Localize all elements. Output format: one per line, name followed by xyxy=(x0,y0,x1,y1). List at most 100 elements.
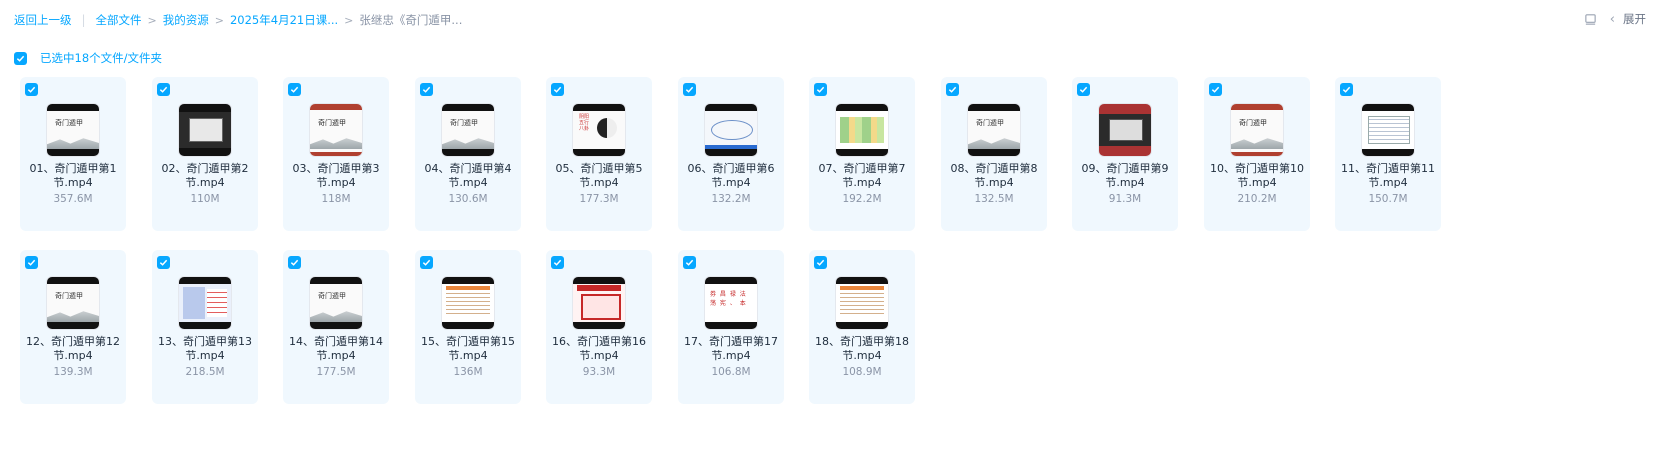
video-thumbnail xyxy=(573,277,625,329)
file-checkbox[interactable] xyxy=(814,83,827,96)
file-name: 05、奇门遁甲第5节.mp4 xyxy=(555,162,643,189)
file-checkbox[interactable] xyxy=(25,256,38,269)
file-checkbox[interactable] xyxy=(551,83,564,96)
video-thumbnail: 奇门遁甲 xyxy=(968,104,1020,156)
view-toggle-icon[interactable] xyxy=(1584,12,1598,26)
file-card[interactable]: 奇门遁甲 08、奇门遁甲第8节.mp4 132.5M xyxy=(941,77,1047,231)
file-checkbox[interactable] xyxy=(814,256,827,269)
file-size: 218.5M xyxy=(185,366,225,378)
file-name: 13、奇门遁甲第13节.mp4 xyxy=(158,335,252,362)
file-card[interactable]: 奇门遁甲 03、奇门遁甲第3节.mp4 118M xyxy=(283,77,389,231)
video-thumbnail xyxy=(442,277,494,329)
file-checkbox[interactable] xyxy=(288,256,301,269)
video-thumbnail xyxy=(836,104,888,156)
breadcrumb-separator-icon: > xyxy=(147,13,157,27)
file-name: 06、奇门遁甲第6节.mp4 xyxy=(687,162,775,189)
breadcrumb-item-course-folder[interactable]: 2025年4月21日课... xyxy=(230,12,338,28)
top-bar: 返回上一级 | 全部文件 > 我的资源 > 2025年4月21日课... > 张… xyxy=(0,0,1668,42)
file-card[interactable]: 奇门遁甲 01、奇门遁甲第1节.mp4 357.6M xyxy=(20,77,126,231)
file-name: 17、奇门遁甲第17节.mp4 xyxy=(684,335,778,362)
expand-button[interactable]: 展开 xyxy=(1623,11,1646,27)
file-name: 15、奇门遁甲第15节.mp4 xyxy=(421,335,515,362)
file-checkbox[interactable] xyxy=(551,256,564,269)
file-name: 11、奇门遁甲第11节.mp4 xyxy=(1341,162,1435,189)
breadcrumb-item-my-resources[interactable]: 我的资源 xyxy=(163,12,209,28)
file-checkbox[interactable] xyxy=(157,83,170,96)
file-checkbox[interactable] xyxy=(1340,83,1353,96)
file-name: 16、奇门遁甲第16节.mp4 xyxy=(552,335,646,362)
file-size: 192.2M xyxy=(842,193,882,205)
file-size: 136M xyxy=(453,366,483,378)
file-checkbox[interactable] xyxy=(420,256,433,269)
file-checkbox[interactable] xyxy=(420,83,433,96)
file-card[interactable]: 奇门遁甲 04、奇门遁甲第4节.mp4 130.6M xyxy=(415,77,521,231)
file-name: 14、奇门遁甲第14节.mp4 xyxy=(289,335,383,362)
file-size: 357.6M xyxy=(53,193,93,205)
file-size: 130.6M xyxy=(448,193,488,205)
file-card[interactable]: 18、奇门遁甲第18节.mp4 108.9M xyxy=(809,250,915,404)
select-all-checkbox[interactable] xyxy=(14,51,27,65)
file-name: 02、奇门遁甲第2节.mp4 xyxy=(161,162,249,189)
file-card[interactable]: 奇门遁甲 10、奇门遁甲第10节.mp4 210.2M xyxy=(1204,77,1310,231)
file-card[interactable]: 13、奇门遁甲第13节.mp4 218.5M xyxy=(152,250,258,404)
file-size: 177.5M xyxy=(316,366,356,378)
breadcrumb-item-all-files[interactable]: 全部文件 xyxy=(96,12,142,28)
select-all-row: 已选中18个文件/文件夹 xyxy=(14,50,162,66)
file-name: 01、奇门遁甲第1节.mp4 xyxy=(29,162,117,189)
back-link[interactable]: 返回上一级 xyxy=(14,12,72,28)
file-size: 150.7M xyxy=(1368,193,1408,205)
file-card[interactable]: 09、奇门遁甲第9节.mp4 91.3M xyxy=(1072,77,1178,231)
file-checkbox[interactable] xyxy=(1077,83,1090,96)
file-size: 91.3M xyxy=(1108,193,1142,205)
breadcrumb-item-current: 张继忠《奇门遁甲... xyxy=(359,13,463,27)
file-size: 108.9M xyxy=(842,366,882,378)
file-card[interactable]: 15、奇门遁甲第15节.mp4 136M xyxy=(415,250,521,404)
divider: | xyxy=(81,13,86,27)
file-checkbox[interactable] xyxy=(25,83,38,96)
file-card[interactable]: 07、奇门遁甲第7节.mp4 192.2M xyxy=(809,77,915,231)
file-card[interactable]: 16、奇门遁甲第16节.mp4 93.3M xyxy=(546,250,652,404)
video-thumbnail: 奇门遁甲 xyxy=(310,277,362,329)
file-checkbox[interactable] xyxy=(683,256,696,269)
breadcrumb-separator-icon: > xyxy=(344,13,354,27)
file-name: 04、奇门遁甲第4节.mp4 xyxy=(424,162,512,189)
file-checkbox[interactable] xyxy=(1209,83,1222,96)
video-thumbnail xyxy=(179,277,231,329)
video-thumbnail: 奇门遁甲 xyxy=(47,277,99,329)
video-thumbnail xyxy=(705,104,757,156)
file-name: 08、奇门遁甲第8节.mp4 xyxy=(950,162,1038,189)
file-checkbox[interactable] xyxy=(157,256,170,269)
file-card[interactable]: 券 昌 禄 法荡 宪 、 本 17、奇门遁甲第17节.mp4 106.8M xyxy=(678,250,784,404)
file-name: 10、奇门遁甲第10节.mp4 xyxy=(1210,162,1304,189)
file-card[interactable]: 奇门遁甲 14、奇门遁甲第14节.mp4 177.5M xyxy=(283,250,389,404)
file-card[interactable]: 11、奇门遁甲第11节.mp4 150.7M xyxy=(1335,77,1441,231)
file-size: 106.8M xyxy=(711,366,751,378)
file-card[interactable]: 02、奇门遁甲第2节.mp4 110M xyxy=(152,77,258,231)
file-size: 177.3M xyxy=(579,193,619,205)
file-size: 110M xyxy=(190,193,220,205)
file-card[interactable]: 06、奇门遁甲第6节.mp4 132.2M xyxy=(678,77,784,231)
file-card[interactable]: 奇门遁甲 12、奇门遁甲第12节.mp4 139.3M xyxy=(20,250,126,404)
video-thumbnail: 阴阳 五行 八卦 xyxy=(573,104,625,156)
video-thumbnail: 奇门遁甲 xyxy=(47,104,99,156)
video-thumbnail: 奇门遁甲 xyxy=(310,104,362,156)
video-thumbnail xyxy=(836,277,888,329)
file-size: 118M xyxy=(321,193,351,205)
chevron-left-icon[interactable]: ‹ xyxy=(1610,12,1615,27)
video-thumbnail xyxy=(179,104,231,156)
view-tools: ‹ 展开 xyxy=(1584,11,1646,27)
video-thumbnail xyxy=(1099,104,1151,156)
file-name: 03、奇门遁甲第3节.mp4 xyxy=(292,162,380,189)
file-checkbox[interactable] xyxy=(946,83,959,96)
file-card[interactable]: 阴阳 五行 八卦 05、奇门遁甲第5节.mp4 177.3M xyxy=(546,77,652,231)
file-checkbox[interactable] xyxy=(288,83,301,96)
file-checkbox[interactable] xyxy=(683,83,696,96)
selection-count-label: 已选中18个文件/文件夹 xyxy=(40,51,163,65)
video-thumbnail xyxy=(1362,104,1414,156)
file-name: 07、奇门遁甲第7节.mp4 xyxy=(818,162,906,189)
file-size: 210.2M xyxy=(1237,193,1277,205)
breadcrumb: 返回上一级 | 全部文件 > 我的资源 > 2025年4月21日课... > 张… xyxy=(14,12,462,28)
video-thumbnail: 奇门遁甲 xyxy=(1231,104,1283,156)
file-name: 12、奇门遁甲第12节.mp4 xyxy=(26,335,120,362)
file-name: 18、奇门遁甲第18节.mp4 xyxy=(815,335,909,362)
